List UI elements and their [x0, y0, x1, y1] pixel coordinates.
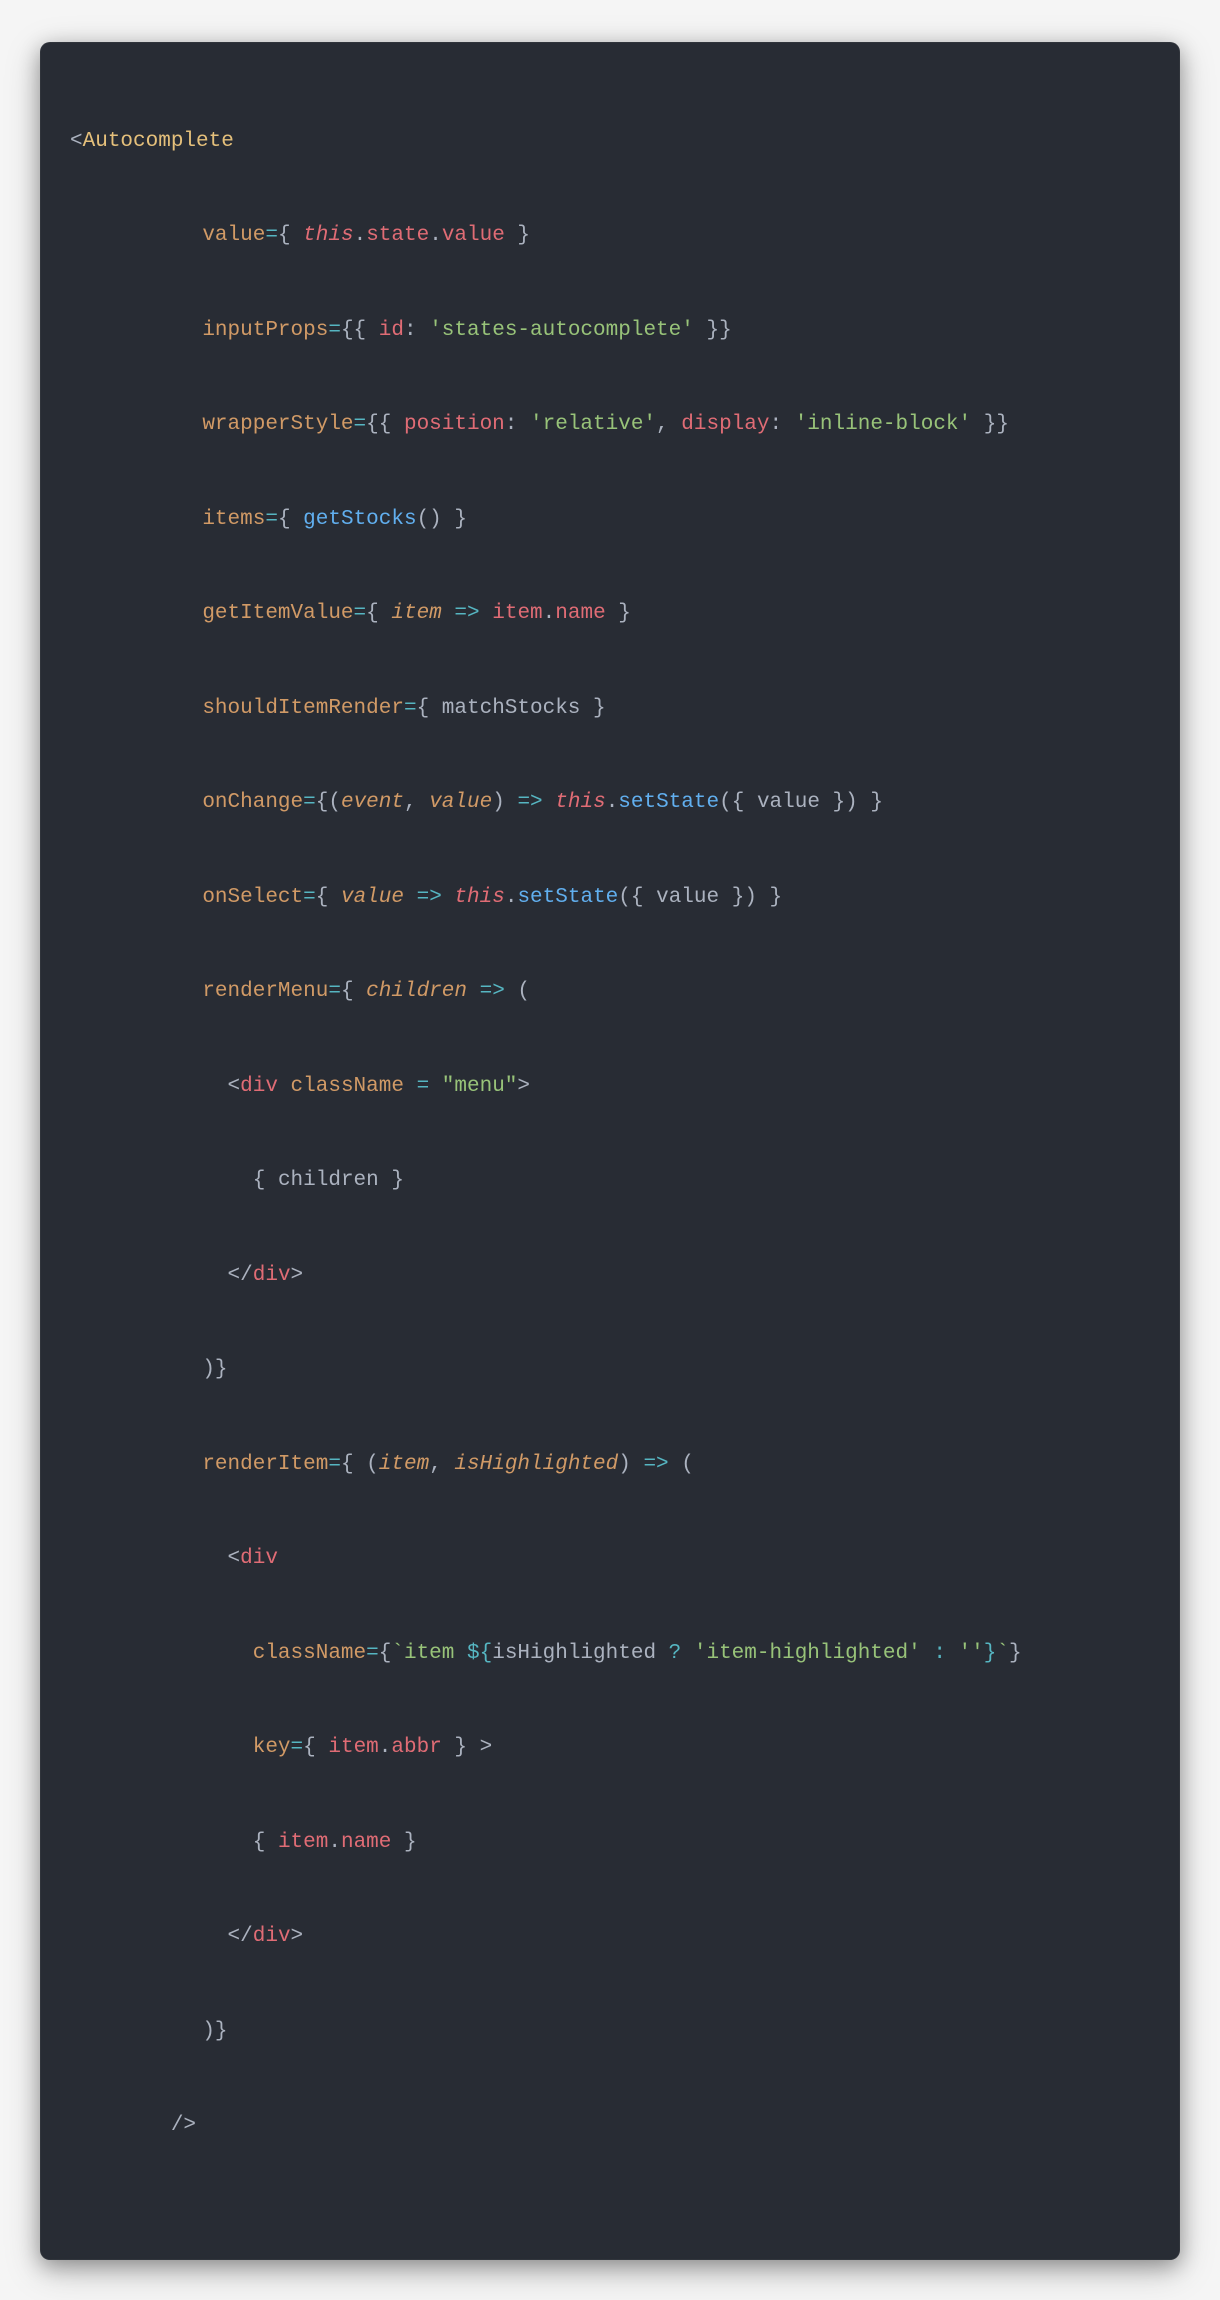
code-token-attr: renderMenu: [202, 980, 328, 1003]
code-token-attr: key: [253, 1736, 291, 1759]
code-block: <Autocomplete value={ this.state.value }…: [40, 42, 1180, 2260]
code-token-prop: abbr: [391, 1736, 441, 1759]
code-line: onChange={(event, value) => this.setStat…: [70, 771, 1150, 834]
code-token-prop: item: [328, 1736, 378, 1759]
code-token-string: item: [404, 1642, 454, 1665]
code-token-prop: name: [341, 1831, 391, 1854]
code-line: wrapperStyle={{ position: 'relative', di…: [70, 393, 1150, 456]
code-line: getItemValue={ item => item.name }: [70, 582, 1150, 645]
code-line: value={ this.state.value }: [70, 204, 1150, 267]
code-token-prop: item: [278, 1831, 328, 1854]
page: <Autocomplete value={ this.state.value }…: [0, 0, 1220, 2300]
code-token-prop: value: [442, 224, 505, 247]
code-line: className={`item ${isHighlighted ? 'item…: [70, 1622, 1150, 1685]
code-token-identifier: value: [656, 886, 719, 909]
code-token-string: 'states-autocomplete': [429, 319, 694, 342]
code-token-param: children: [366, 980, 467, 1003]
code-token-tag: div: [240, 1075, 278, 1098]
code-token-keyword: this: [303, 224, 353, 247]
code-token-prop: display: [681, 413, 769, 436]
code-token-attr: className: [291, 1075, 404, 1098]
code-line: { item.name }: [70, 1811, 1150, 1874]
code-token-prop: name: [555, 602, 605, 625]
code-token-keyword: this: [454, 886, 504, 909]
code-line: </div>: [70, 1905, 1150, 1968]
code-line: renderMenu={ children => (: [70, 960, 1150, 1023]
code-line: />: [70, 2094, 1150, 2157]
code-token-attr: items: [202, 508, 265, 531]
code-line: )}: [70, 2000, 1150, 2063]
code-line: items={ getStocks() }: [70, 488, 1150, 551]
code-line: )}: [70, 1338, 1150, 1401]
code-token-string: '': [959, 1642, 984, 1665]
code-token-call: setState: [618, 791, 719, 814]
code-token-prop: position: [404, 413, 505, 436]
code-token-attr: shouldItemRender: [202, 697, 404, 720]
code-token-param: event: [341, 791, 404, 814]
code-token-tag: div: [240, 1547, 278, 1570]
code-token-attr: getItemValue: [202, 602, 353, 625]
code-token-tag: div: [253, 1264, 291, 1287]
code-token-identifier: isHighlighted: [492, 1642, 656, 1665]
code-line: <div className = "menu">: [70, 1055, 1150, 1118]
code-token-param: item: [379, 1453, 429, 1476]
code-token-call: getStocks: [303, 508, 416, 531]
code-line: <div: [70, 1527, 1150, 1590]
code-line: <Autocomplete: [70, 110, 1150, 173]
code-token-param: value: [341, 886, 404, 909]
code-token-tag: div: [253, 1925, 291, 1948]
code-token-attr: onChange: [202, 791, 303, 814]
code-token-param: value: [429, 791, 492, 814]
code-token-identifier: value: [757, 791, 820, 814]
code-token-attr: onSelect: [202, 886, 303, 909]
code-line: { children }: [70, 1149, 1150, 1212]
code-line: key={ item.abbr } >: [70, 1716, 1150, 1779]
code-token-param: item: [391, 602, 441, 625]
code-line: inputProps={{ id: 'states-autocomplete' …: [70, 299, 1150, 362]
code-token-attr: renderItem: [202, 1453, 328, 1476]
code-line: </div>: [70, 1244, 1150, 1307]
code-token-attr: wrapperStyle: [202, 413, 353, 436]
code-token-attr: inputProps: [202, 319, 328, 342]
code-token-param: isHighlighted: [454, 1453, 618, 1476]
code-token-string: "menu": [442, 1075, 518, 1098]
code-token-attr: value: [202, 224, 265, 247]
code-token-identifier: matchStocks: [442, 697, 581, 720]
code-token-tag: Autocomplete: [83, 130, 234, 153]
code-line: shouldItemRender={ matchStocks }: [70, 677, 1150, 740]
code-token-string: 'relative': [530, 413, 656, 436]
code-token-prop: id: [379, 319, 404, 342]
code-token-keyword: this: [555, 791, 605, 814]
code-token-prop: item: [492, 602, 542, 625]
code-token-call: setState: [517, 886, 618, 909]
code-token-string: 'inline-block': [795, 413, 971, 436]
code-token-identifier: children: [278, 1169, 379, 1192]
code-token-prop: state: [366, 224, 429, 247]
code-token-attr: className: [253, 1642, 366, 1665]
code-line: onSelect={ value => this.setState({ valu…: [70, 866, 1150, 929]
code-line: renderItem={ (item, isHighlighted) => (: [70, 1433, 1150, 1496]
code-token-string: 'item-highlighted': [694, 1642, 921, 1665]
